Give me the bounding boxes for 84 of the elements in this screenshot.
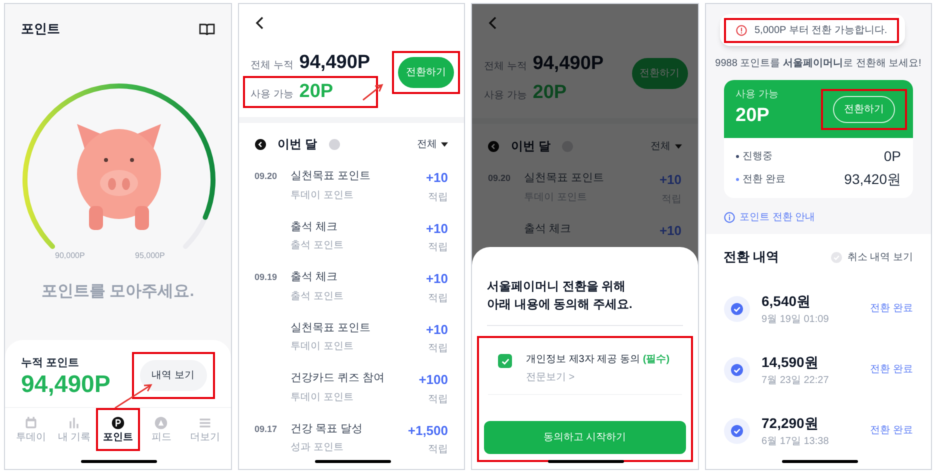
entry-date: 09.19 <box>254 271 278 284</box>
entry-amount: +10 <box>426 220 448 238</box>
entry-title: 출석 체크 <box>290 220 339 235</box>
total-label: 전체 누적 <box>250 59 294 74</box>
month-label: 이번 달 <box>511 138 550 155</box>
entry-date: 09.20 <box>488 172 512 185</box>
toast-message: 5,000P 부터 전환 가능합니다. <box>754 24 888 38</box>
summary-label: 누적 포인트 <box>21 356 80 370</box>
convert-button[interactable]: 전환하기 <box>833 96 895 122</box>
entry-source: 성과 포인트 <box>290 441 344 456</box>
entry-type: 적립 <box>428 190 448 205</box>
month-label: 이번 달 <box>278 136 317 154</box>
entry-date: 09.20 <box>254 170 278 184</box>
entry-amount: +10 <box>426 320 448 339</box>
empty-message: 포인트를 모아주세요. <box>40 282 196 302</box>
transfer-status: 전환 완료 <box>870 363 913 377</box>
entry-amount: +10 <box>659 222 682 240</box>
entry-type: 적립 <box>428 292 448 306</box>
filter-dropdown[interactable]: 전체 <box>650 138 682 154</box>
entry-title: 출석 체크 <box>524 222 572 237</box>
available-value: 20P <box>736 104 770 128</box>
total-label: 전체 누적 <box>484 60 527 74</box>
transfer-status: 전환 완료 <box>870 424 913 438</box>
sheet-title: 서울페이머니 전환을 위해 아래 내용에 동의해 주세요. <box>486 278 634 313</box>
agree-button[interactable]: 동의하고 시작하기 <box>484 421 686 454</box>
section-title: 전환 내역 <box>724 248 780 266</box>
entry-source: 출석 포인트 <box>290 290 344 304</box>
entry-source: 투데이 포인트 <box>290 340 354 354</box>
entry-type: 적립 <box>428 241 448 256</box>
stat-value: 93,420원 <box>844 170 901 189</box>
available-label: 사용 가능 <box>484 89 527 103</box>
tab[interactable]: 피드 <box>142 410 181 449</box>
entry-amount: +100 <box>418 371 448 390</box>
entry-amount: +10 <box>426 270 448 288</box>
entry-title: 실천목표 포인트 <box>290 169 372 184</box>
entry-type: 적립 <box>428 392 448 407</box>
entry-date: 09.17 <box>254 422 278 436</box>
convert-button[interactable]: 전환하기 <box>632 58 688 88</box>
transfer-amount: 14,590원 <box>762 352 820 372</box>
available-label: 사용 가능 <box>736 88 778 102</box>
page-title: 포인트 <box>21 20 60 38</box>
entry-source: 출석 포인트 <box>290 239 344 254</box>
available-label: 사용 가능 <box>250 88 294 102</box>
entry-type: 적립 <box>428 342 448 356</box>
subtitle: 9988 포인트를 서울페이머니로 전환해 보세요! <box>714 57 922 71</box>
transfer-amount: 6,540원 <box>762 292 812 310</box>
required-tag: (필수) <box>642 352 670 367</box>
stat-value: 0P <box>884 147 901 166</box>
entry-type: 적립 <box>428 443 448 458</box>
entry-amount: +10 <box>659 171 682 189</box>
tab[interactable]: 더보기 <box>185 410 224 449</box>
entry-source: 투데이 포인트 <box>290 188 354 203</box>
available-value: 20P <box>532 81 567 105</box>
convert-button[interactable]: 전환하기 <box>398 56 454 88</box>
consent-label: 개인정보 제3자 제공 동의 <box>526 353 640 367</box>
entry-title: 실천목표 포인트 <box>524 171 606 186</box>
tab[interactable]: 투데이 <box>11 410 50 449</box>
entry-title: 출석 체크 <box>290 270 339 286</box>
available-value: 20P <box>299 80 334 104</box>
entry-title: 건강 목표 달성 <box>290 422 364 437</box>
entry-amount: +1,500 <box>408 422 448 440</box>
gauge-label: 95,000P <box>135 250 165 262</box>
transfer-amount: 72,290원 <box>762 414 820 432</box>
cancel-filter[interactable]: 취소 내역 보기 <box>831 250 913 264</box>
history-button[interactable]: 내역 보기 <box>140 360 206 391</box>
entry-title: 건강카드 퀴즈 참여 <box>290 371 386 386</box>
transfer-date: 6월 17일 13:38 <box>762 434 830 448</box>
entry-title: 실천목표 포인트 <box>290 320 372 336</box>
filter-dropdown[interactable]: 전체 <box>417 136 448 152</box>
summary-value: 94,490P <box>21 371 110 399</box>
stat-label: 진행중 <box>742 150 772 164</box>
transfer-date: 7월 23일 22:27 <box>762 374 830 388</box>
gauge-label: 90,000P <box>55 250 85 262</box>
stat-label: 전환 완료 <box>742 173 786 187</box>
transfer-status: 전환 완료 <box>870 302 913 316</box>
entry-amount: +10 <box>426 169 448 188</box>
total-value: 94,490P <box>532 52 604 76</box>
total-value: 94,490P <box>299 51 370 76</box>
tab[interactable]: 포인트 <box>98 410 138 449</box>
tab[interactable]: 내 기록 <box>54 410 94 449</box>
entry-source: 투데이 포인트 <box>290 390 354 405</box>
transfer-date: 9월 19일 01:09 <box>762 312 830 326</box>
guide-link[interactable]: 포인트 전환 안내 <box>724 210 913 225</box>
full-text-link[interactable]: 전문보기 > <box>526 370 670 385</box>
